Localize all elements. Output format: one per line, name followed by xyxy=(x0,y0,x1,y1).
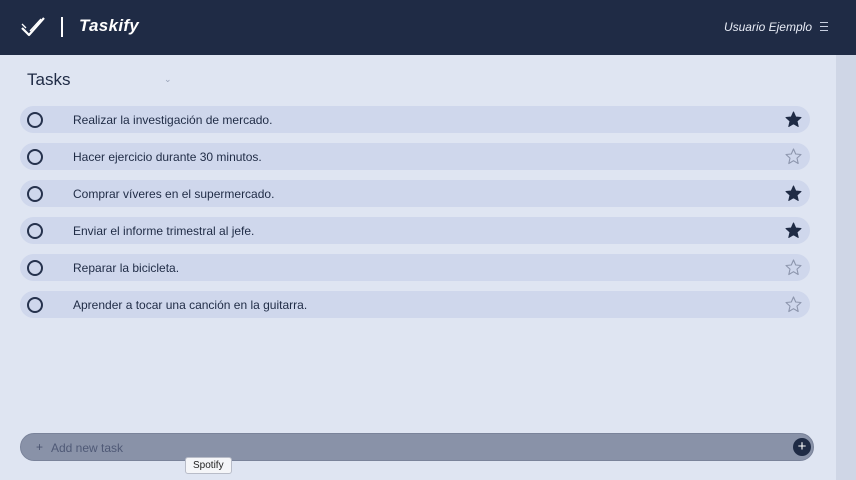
star-outline-icon[interactable] xyxy=(785,296,802,313)
star-outline-icon[interactable] xyxy=(785,259,802,276)
task-checkbox[interactable] xyxy=(27,149,43,165)
page-title: Tasks xyxy=(27,70,71,89)
menu-icon[interactable] xyxy=(820,22,828,31)
add-task-input[interactable] xyxy=(49,439,753,457)
task-text: Realizar la investigación de mercado. xyxy=(73,113,273,127)
task-text: Enviar el informe trimestral al jefe. xyxy=(73,224,255,238)
task-text: Aprender a tocar una canción en la guita… xyxy=(73,298,308,312)
add-task-button[interactable]: + xyxy=(793,438,811,456)
app-brand[interactable]: Taskify xyxy=(79,16,139,36)
task-item[interactable]: Reparar la bicicleta. xyxy=(20,254,810,281)
chevron-down-icon[interactable]: ⌄ xyxy=(164,74,172,85)
plus-icon: + xyxy=(36,440,44,454)
task-item[interactable]: Aprender a tocar una canción en la guita… xyxy=(20,291,810,318)
task-checkbox[interactable] xyxy=(27,112,43,128)
star-filled-icon[interactable] xyxy=(785,185,802,202)
task-item[interactable]: Realizar la investigación de mercado. xyxy=(20,106,810,133)
task-item[interactable]: Comprar víveres en el supermercado. xyxy=(20,180,810,207)
task-checkbox[interactable] xyxy=(27,297,43,313)
double-check-icon[interactable] xyxy=(20,14,46,40)
app-header: Taskify Usuario Ejemplo xyxy=(0,0,856,55)
task-text: Hacer ejercicio durante 30 minutos. xyxy=(73,150,262,164)
scrollbar-track[interactable] xyxy=(836,55,856,480)
task-checkbox[interactable] xyxy=(27,186,43,202)
tooltip: Spotify xyxy=(185,457,232,474)
add-task-bar: + + xyxy=(20,433,814,461)
task-item[interactable]: Enviar el informe trimestral al jefe. xyxy=(20,217,810,244)
task-checkbox[interactable] xyxy=(27,260,43,276)
task-text: Comprar víveres en el supermercado. xyxy=(73,187,275,201)
task-item[interactable]: Hacer ejercicio durante 30 minutos. xyxy=(20,143,810,170)
task-checkbox[interactable] xyxy=(27,223,43,239)
star-filled-icon[interactable] xyxy=(785,222,802,239)
user-name[interactable]: Usuario Ejemplo xyxy=(724,20,812,34)
star-outline-icon[interactable] xyxy=(785,148,802,165)
task-text: Reparar la bicicleta. xyxy=(73,261,180,275)
brand-divider xyxy=(61,17,63,37)
app-window: Taskify Usuario Ejemplo Tasks ⌄ Realizar… xyxy=(0,0,856,480)
star-filled-icon[interactable] xyxy=(785,111,802,128)
task-list: Realizar la investigación de mercado. Hac… xyxy=(20,106,810,328)
